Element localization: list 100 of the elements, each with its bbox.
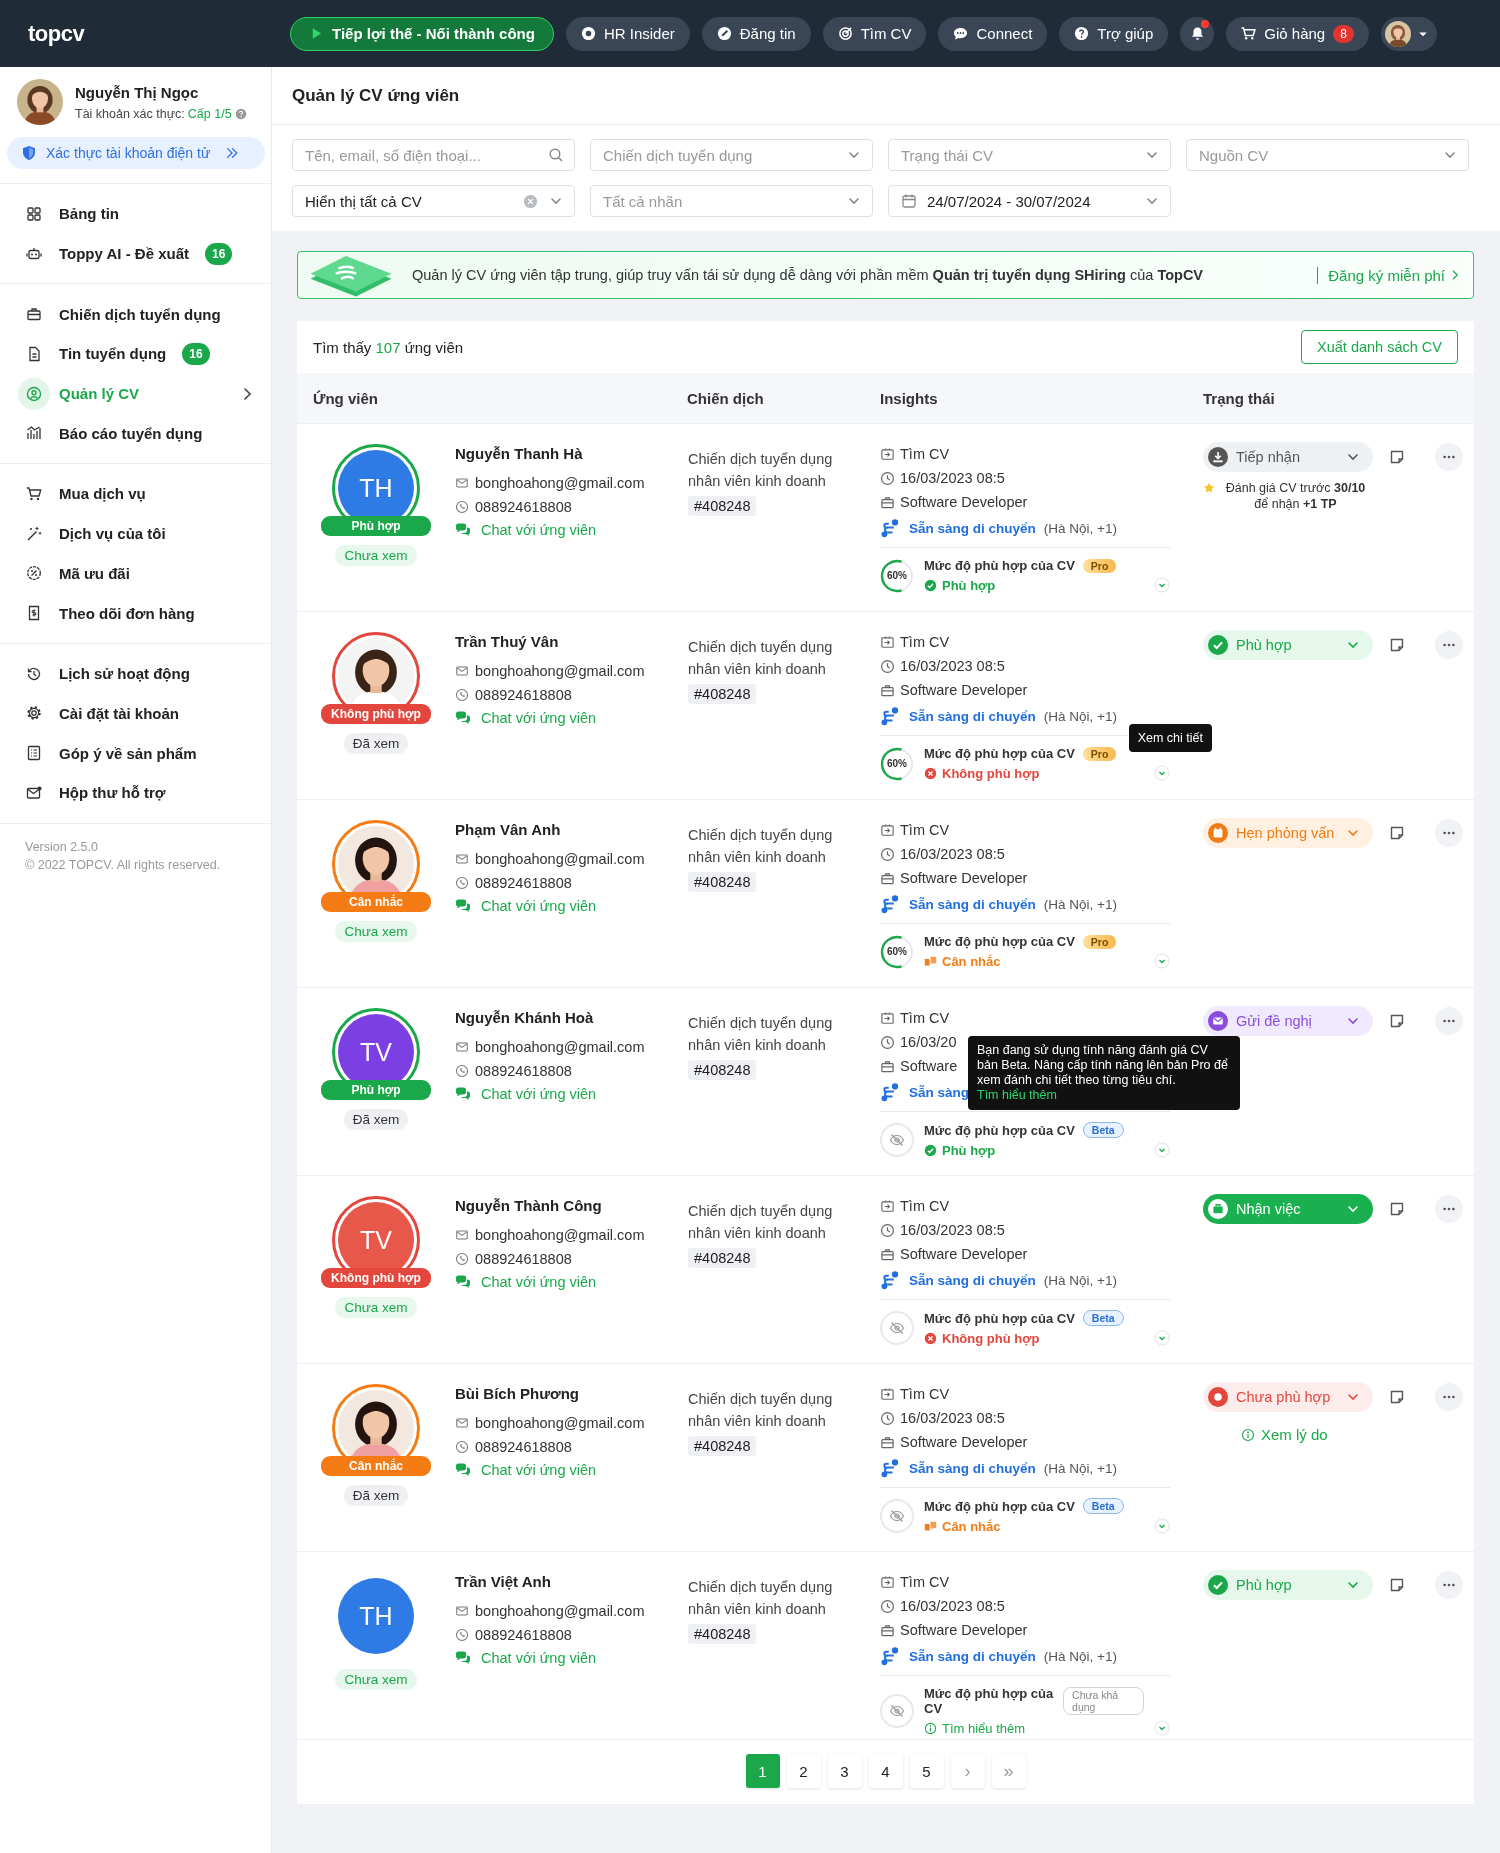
campaign-name: Chiến dịch tuyển dụng nhân viên kinh doanh (688, 826, 834, 867)
status-dropdown[interactable]: Tiếp nhận (1203, 442, 1373, 472)
notification-button[interactable] (1180, 16, 1215, 51)
user-name: Nguyễn Thị Ngọc (75, 83, 200, 101)
cart-button[interactable]: Giỏ hàng 8 (1226, 16, 1369, 51)
inbox-icon (880, 1574, 895, 1590)
view-status-tag: Chưa xem (335, 921, 417, 942)
source-text: Tìm CV (900, 822, 950, 838)
help-icon (234, 107, 247, 120)
score-text: 60% (887, 946, 907, 957)
envelope-icon (455, 1604, 469, 1618)
date-text: 16/03/2023 08:5 (900, 1222, 1005, 1238)
sidebar-item[interactable]: Lịch sử hoạt động (0, 653, 271, 694)
count-badge: 8 (1333, 24, 1354, 43)
envelope-icon (455, 852, 469, 866)
sidebar-item[interactable]: Bảng tin (0, 194, 271, 234)
date-text: 16/03/2023 08:5 (900, 846, 1005, 862)
campaign-name: Chiến dịch tuyển dụng nhân viên kinh doanh (688, 1578, 834, 1619)
job-title-text: Software Developer (900, 682, 1028, 698)
status-dropdown[interactable]: Gửi đề nghị (1203, 1006, 1373, 1036)
account-button[interactable] (1380, 16, 1437, 51)
sidebar-item[interactable]: Chiến dịch tuyển dụng (0, 294, 271, 335)
page-button[interactable]: 2 (786, 1754, 821, 1788)
candidate-name[interactable]: Trần Thuý Vân (455, 633, 688, 650)
inbox-icon (880, 1386, 895, 1402)
expand-icon (1154, 765, 1170, 781)
nav-button[interactable]: Tìm CV (822, 16, 927, 51)
sidebar-item[interactable]: Tin tuyển dụng 16 (0, 334, 271, 374)
candidate-name[interactable]: Nguyễn Thành Công (455, 1197, 688, 1214)
status-dropdown[interactable]: Chưa phù hợp (1203, 1382, 1373, 1412)
target-icon (837, 26, 853, 41)
chat-icon (455, 1650, 471, 1666)
nav-button[interactable]: Connect (938, 16, 1048, 51)
date-text: 16/03/2023 08:5 (900, 1598, 1005, 1614)
briefcase-icon (880, 682, 895, 698)
sidebar-item[interactable]: Báo cáo tuyển dụng (0, 413, 271, 454)
email-text: bonghoahong@gmail.com (475, 1603, 645, 1619)
candidate-name[interactable]: Trần Việt Anh (455, 1573, 688, 1590)
nav-button[interactable]: HR Insider (565, 16, 690, 51)
dot-icon (1208, 1387, 1228, 1407)
calendar-icon (901, 193, 917, 209)
fit-title: Mức độ phù hợp của CV (924, 1122, 1075, 1138)
verify-account-button[interactable]: Xác thực tài khoản điện tử (7, 137, 265, 169)
discount-icon (26, 565, 42, 582)
chat-icon (455, 710, 471, 726)
fit-title: Mức độ phù hợp của CV (924, 1498, 1075, 1514)
gear-icon (26, 705, 42, 722)
nav-button[interactable]: Trợ giúp (1059, 16, 1169, 51)
expand-icon (1154, 1330, 1170, 1346)
expand-icon (1154, 1142, 1170, 1158)
job-title-text: Software Developer (900, 870, 1028, 886)
score-text: 60% (887, 758, 907, 769)
relocation-text: Sẵn sàng di chuyển (909, 1272, 1036, 1288)
sidebar-item[interactable]: Cài đặt tài khoản (0, 693, 271, 734)
page-button[interactable]: 3 (827, 1754, 862, 1788)
route-icon (880, 894, 900, 914)
candidate-name[interactable]: Bùi Bích Phương (455, 1385, 688, 1402)
note-icon (1389, 1201, 1405, 1217)
expand-icon (1154, 577, 1170, 593)
logo[interactable]: topcv (28, 20, 290, 47)
sidebar-item[interactable]: Toppy AI - Đề xuất 16 (0, 233, 271, 274)
job-title-text: Software Developer (900, 494, 1028, 510)
phone-text: 088924618808 (475, 1627, 572, 1643)
sidebar-item[interactable]: Mua dịch vụ (0, 474, 271, 514)
receipt-icon (26, 605, 42, 622)
route-icon (880, 1082, 900, 1102)
count-badge: 16 (182, 342, 210, 365)
fit-title: Mức độ phù hợp của CV (924, 934, 1075, 949)
sidebar-item[interactable]: Theo dõi đơn hàng (0, 593, 271, 633)
page-button[interactable]: 5 (909, 1754, 944, 1788)
eye-slash-icon (889, 1703, 905, 1719)
campaign-code: #408248 (688, 1060, 757, 1080)
location-text: (Hà Nội, +1) (1043, 1460, 1117, 1476)
phone-icon (455, 1628, 469, 1642)
sidebar-item[interactable]: Mã ưu đãi (0, 553, 271, 594)
date-range-field[interactable]: 24/07/2024 - 30/07/2024 (888, 185, 1171, 217)
sidebar-item[interactable]: Dịch vụ của tôi (0, 513, 271, 554)
robot-icon (26, 245, 42, 262)
note-icon (1389, 825, 1405, 841)
select-field[interactable]: Hiển thị tất cả CV (292, 185, 575, 217)
learn-more-link[interactable]: Tìm hiểu thêm (977, 1088, 1231, 1103)
candidate-name[interactable]: Phạm Vân Anh (455, 821, 688, 838)
review-reminder-text: Đánh giá CV trước 30/10 để nhận +1 TP (1224, 480, 1367, 512)
envelope-icon (455, 1040, 469, 1054)
nav-button[interactable]: Đăng tin (701, 16, 811, 51)
tier-badge: Chưa khả dụng (1063, 1687, 1144, 1715)
clock-icon (880, 1222, 895, 1238)
location-text: (Hà Nội, +1) (1043, 1272, 1117, 1288)
relocation-text: Sẵn sàng di chuyển (909, 520, 1036, 536)
sidebar-item[interactable]: Hộp thư hỗ trợ (0, 772, 271, 813)
match-badge: Cân nhắc (321, 1456, 431, 1476)
page-button[interactable]: 4 (868, 1754, 903, 1788)
candidate-name[interactable]: Nguyễn Thanh Hà (455, 445, 688, 462)
sidebar-item[interactable]: Góp ý về sản phẩm (0, 733, 271, 773)
fit-result: Không phù hợp (924, 766, 1144, 781)
clock-icon (880, 1034, 895, 1050)
candidate-name[interactable]: Nguyễn Khánh Hoà (455, 1009, 688, 1026)
phone-icon (455, 688, 469, 702)
column-header: Chiến dịch (687, 389, 765, 407)
nav-button[interactable]: Tiếp lợi thế - Nối thành công (290, 16, 554, 51)
